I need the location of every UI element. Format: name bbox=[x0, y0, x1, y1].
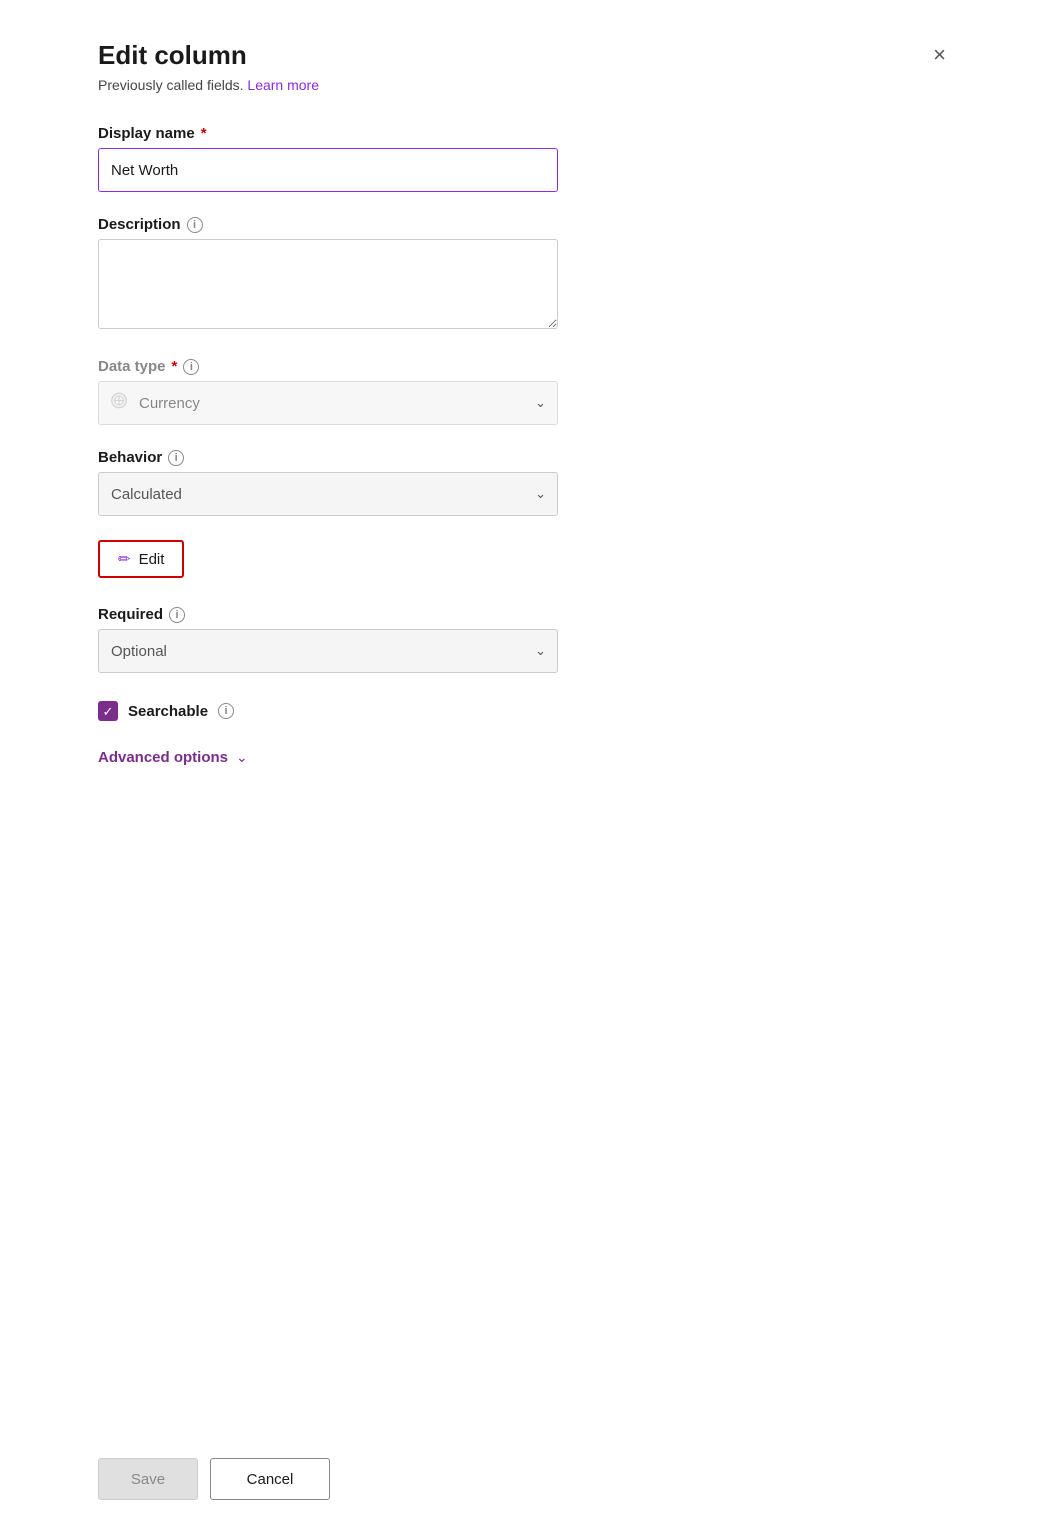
panel-header: Edit column × bbox=[98, 40, 954, 71]
description-label: Description i bbox=[98, 216, 954, 233]
edit-button[interactable]: ✏ Edit bbox=[98, 540, 184, 578]
behavior-select[interactable]: Calculated Simple Rollup bbox=[98, 472, 558, 516]
searchable-row: ✓ Searchable i bbox=[98, 701, 954, 721]
searchable-info-icon: i bbox=[218, 703, 234, 719]
searchable-section: ✓ Searchable i bbox=[98, 697, 954, 721]
advanced-options-row[interactable]: Advanced options ⌄ bbox=[98, 749, 954, 766]
data-type-label: Data type * i bbox=[98, 358, 954, 375]
required-select-wrapper: Optional Business Recommended Business R… bbox=[98, 629, 558, 673]
behavior-section: Behavior i Calculated Simple Rollup ⌄ bbox=[98, 449, 954, 516]
data-type-info-icon: i bbox=[183, 359, 199, 375]
required-section: Required i Optional Business Recommended… bbox=[98, 606, 954, 673]
edit-button-section: ✏ Edit bbox=[98, 540, 954, 582]
behavior-select-wrapper: Calculated Simple Rollup ⌄ bbox=[98, 472, 558, 516]
advanced-options-label: Advanced options bbox=[98, 749, 228, 766]
save-button[interactable]: Save bbox=[98, 1458, 198, 1500]
description-info-icon: i bbox=[187, 217, 203, 233]
required-select[interactable]: Optional Business Recommended Business R… bbox=[98, 629, 558, 673]
data-type-section: Data type * i Currency ⌄ bbox=[98, 358, 954, 425]
check-icon: ✓ bbox=[103, 705, 114, 718]
panel-subtitle: Previously called fields. Learn more bbox=[98, 77, 954, 93]
pencil-icon: ✏ bbox=[118, 550, 131, 568]
data-type-required-star: * bbox=[172, 358, 178, 375]
panel-title: Edit column bbox=[98, 40, 247, 71]
learn-more-link[interactable]: Learn more bbox=[247, 77, 319, 93]
cancel-button[interactable]: Cancel bbox=[210, 1458, 330, 1500]
behavior-info-icon: i bbox=[168, 450, 184, 466]
description-section: Description i bbox=[98, 216, 954, 334]
searchable-checkbox[interactable]: ✓ bbox=[98, 701, 118, 721]
display-name-label: Display name * bbox=[98, 125, 954, 142]
edit-column-panel: Edit column × Previously called fields. … bbox=[66, 0, 986, 1540]
advanced-options-chevron-icon: ⌄ bbox=[236, 749, 248, 766]
display-name-section: Display name * bbox=[98, 125, 954, 192]
required-label: Required i bbox=[98, 606, 954, 623]
searchable-label: Searchable bbox=[128, 703, 208, 720]
panel-title-group: Edit column bbox=[98, 40, 247, 71]
footer: Save Cancel bbox=[98, 1418, 954, 1500]
required-info-icon: i bbox=[169, 607, 185, 623]
data-type-select-wrapper: Currency ⌄ bbox=[98, 381, 558, 425]
advanced-options-section: Advanced options ⌄ bbox=[98, 745, 954, 766]
close-button[interactable]: × bbox=[925, 40, 954, 70]
description-input[interactable] bbox=[98, 239, 558, 329]
data-type-select[interactable]: Currency bbox=[98, 381, 558, 425]
required-star: * bbox=[201, 125, 207, 142]
display-name-input[interactable] bbox=[98, 148, 558, 192]
behavior-label: Behavior i bbox=[98, 449, 954, 466]
